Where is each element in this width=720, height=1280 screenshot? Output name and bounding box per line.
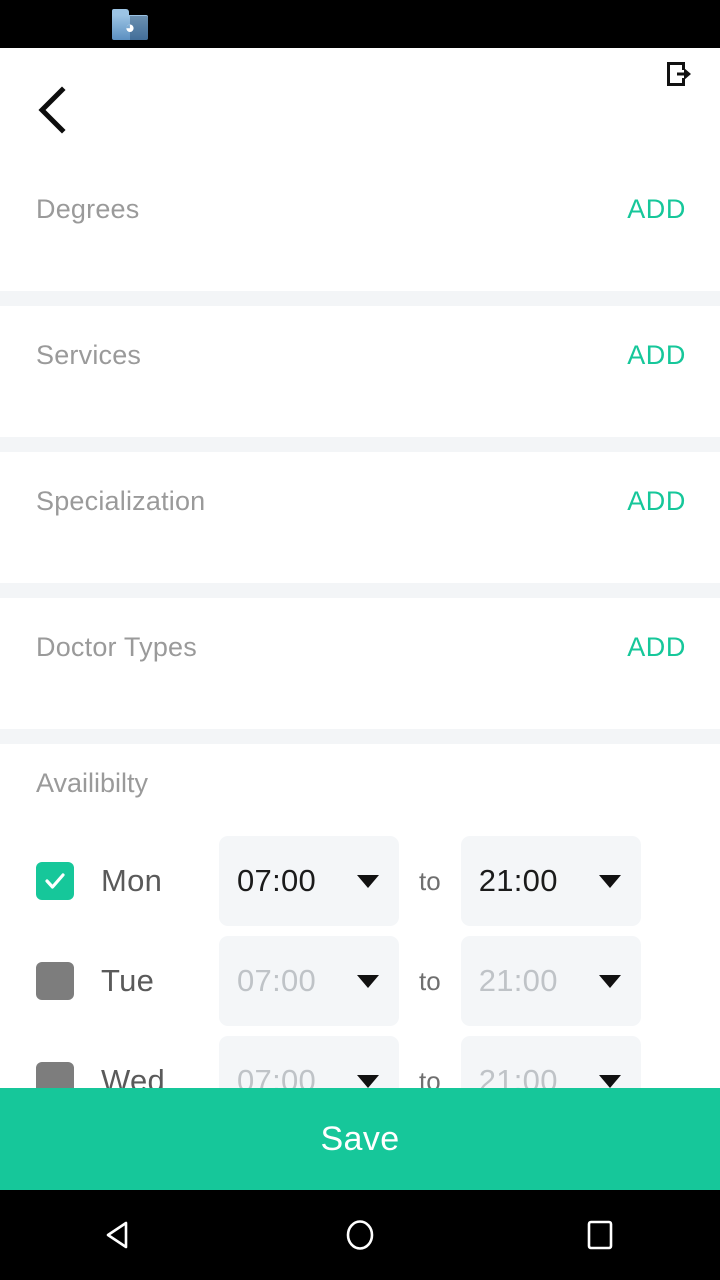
logout-button[interactable]	[658, 54, 698, 94]
chevron-left-icon	[35, 86, 69, 134]
to-label-wed: to	[419, 1065, 441, 1089]
section-label-doctor-types: Doctor Types	[36, 632, 197, 662]
section-divider	[0, 729, 720, 744]
section-label-degrees: Degrees	[36, 194, 140, 224]
add-button-specialization[interactable]: ADD	[627, 486, 686, 517]
android-nav-bar	[0, 1190, 720, 1280]
end-time-select-mon[interactable]: 21:00	[460, 836, 641, 926]
section-row: Doctor Types ADD	[0, 632, 720, 663]
add-button-services[interactable]: ADD	[627, 340, 686, 371]
section-services: Services ADD	[0, 306, 720, 437]
section-divider	[0, 437, 720, 452]
nav-back-button[interactable]	[75, 1190, 165, 1280]
back-button[interactable]	[24, 84, 80, 136]
to-label-tue: to	[419, 965, 441, 996]
chevron-down-icon	[357, 1074, 379, 1088]
app-bar	[0, 48, 720, 160]
to-label-mon: to	[419, 865, 441, 896]
folder-wifi-icon: ◕	[110, 7, 150, 41]
add-button-degrees[interactable]: ADD	[627, 194, 686, 225]
section-label-specialization: Specialization	[36, 486, 206, 516]
save-button-label: Save	[320, 1119, 400, 1158]
section-specialization: Specialization ADD	[0, 452, 720, 583]
chevron-down-icon	[598, 974, 621, 988]
section-degrees: Degrees ADD	[0, 160, 720, 291]
chevron-down-icon	[598, 1074, 621, 1088]
day-label-tue: Tue	[101, 963, 155, 998]
section-divider	[0, 583, 720, 598]
start-time-select-mon[interactable]: 07:00	[219, 836, 399, 926]
settings-list[interactable]: Degrees ADD Services ADD Specialization …	[0, 160, 720, 1088]
end-time-value-wed: 21:00	[478, 1063, 558, 1088]
start-time-value-wed: 07:00	[237, 1063, 317, 1088]
section-row: Specialization ADD	[0, 486, 720, 517]
wifi-glyph: ◕	[124, 18, 136, 37]
section-label-services: Services	[36, 340, 142, 370]
start-time-select-wed[interactable]: 07:00	[219, 1036, 399, 1088]
section-row: Degrees ADD	[0, 194, 720, 225]
checkbox-tue[interactable]	[36, 962, 74, 1000]
checkbox-wed[interactable]	[36, 1062, 74, 1088]
chevron-down-icon	[598, 874, 621, 888]
add-button-doctor-types[interactable]: ADD	[627, 632, 686, 663]
status-bar: ◕	[0, 0, 720, 48]
recents-square-icon	[580, 1215, 620, 1255]
section-doctor-types: Doctor Types ADD	[0, 598, 720, 729]
end-time-select-wed[interactable]: 21:00	[460, 1036, 641, 1088]
home-circle-icon	[340, 1215, 380, 1255]
availability-row-wed: Wed 07:00 to 21:00	[0, 1031, 720, 1088]
start-time-select-tue[interactable]: 07:00	[219, 936, 399, 1026]
availability-row-mon: Mon 07:00 to 21:00	[0, 831, 720, 931]
start-time-value-tue: 07:00	[237, 963, 317, 998]
app-screen: ◕ Degrees ADD Services ADD Specializatio…	[0, 0, 720, 1280]
end-time-select-tue[interactable]: 21:00	[460, 936, 641, 1026]
start-time-value-mon: 07:00	[237, 863, 317, 898]
availability-section: Availibilty Mon 07:00 to 21:00 Tue 07:00…	[0, 744, 720, 1088]
day-label-mon: Mon	[101, 863, 163, 898]
availability-row-tue: Tue 07:00 to 21:00	[0, 931, 720, 1031]
section-row: Services ADD	[0, 340, 720, 371]
back-triangle-icon	[100, 1215, 140, 1255]
section-divider	[0, 291, 720, 306]
day-label-wed: Wed	[101, 1063, 166, 1088]
chevron-down-icon	[357, 874, 379, 888]
nav-home-button[interactable]	[315, 1190, 405, 1280]
checkbox-mon[interactable]	[36, 862, 74, 900]
chevron-down-icon	[357, 974, 379, 988]
save-button[interactable]: Save	[0, 1088, 720, 1190]
end-time-value-tue: 21:00	[478, 963, 558, 998]
nav-recents-button[interactable]	[555, 1190, 645, 1280]
logout-icon	[663, 59, 693, 89]
availability-title: Availibilty	[36, 768, 149, 798]
end-time-value-mon: 21:00	[478, 863, 558, 898]
